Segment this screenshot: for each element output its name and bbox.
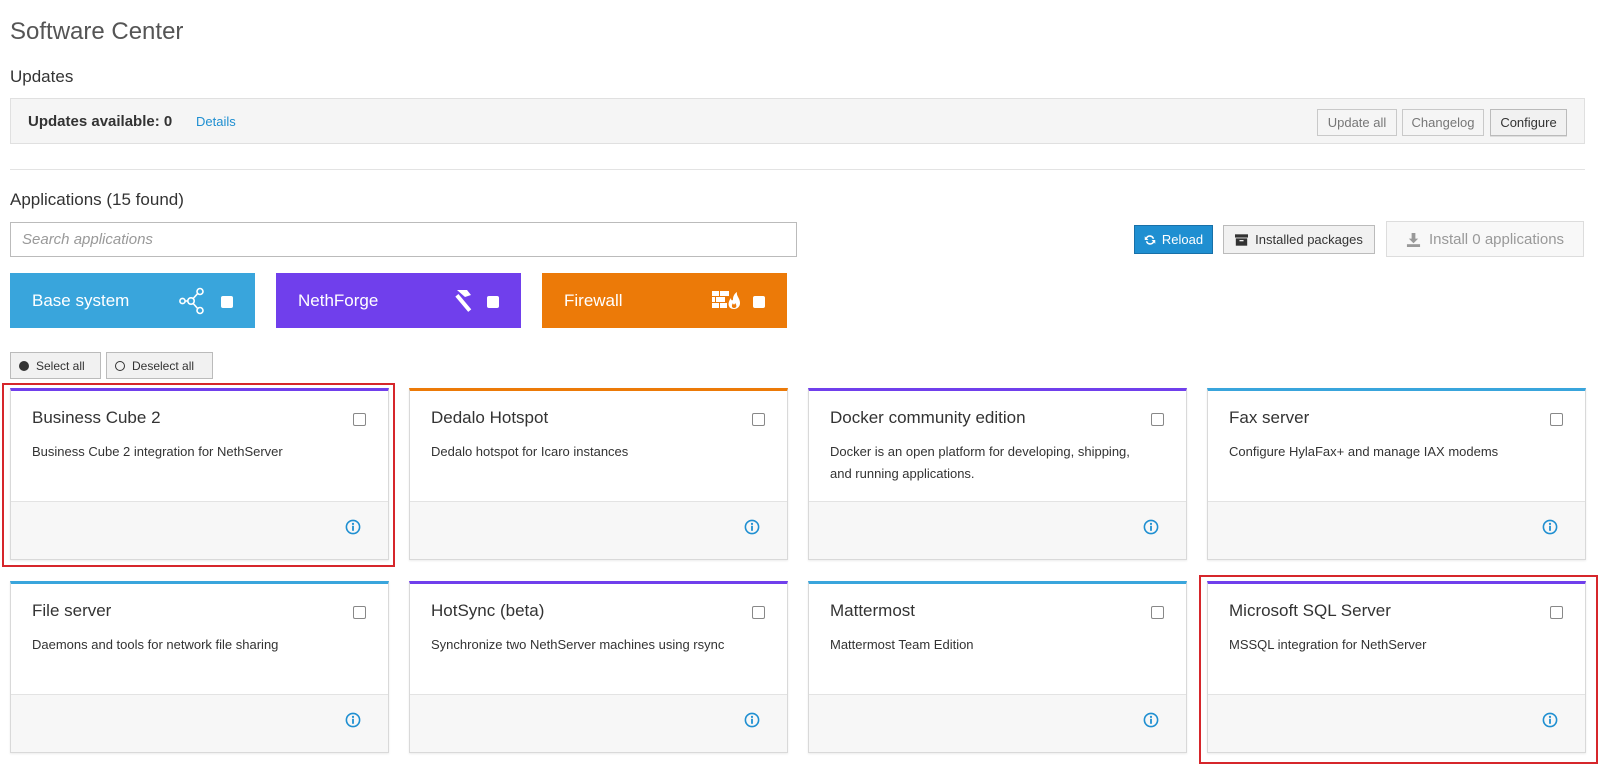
info-icon[interactable] [744, 519, 760, 535]
reload-label: Reload [1161, 232, 1204, 247]
app-card-footer [1208, 694, 1585, 752]
category-nethforge[interactable]: NethForge [276, 273, 521, 328]
info-icon[interactable] [1143, 519, 1159, 535]
app-description: Configure HylaFax+ and manage IAX modems [1229, 444, 1499, 459]
app-card-footer [1208, 501, 1585, 559]
hammer-icon [455, 290, 472, 312]
app-name: Mattermost [830, 601, 916, 620]
app-card[interactable]: Fax server Configure HylaFax+ and manage … [1207, 388, 1586, 560]
app-card[interactable]: HotSync (beta) Synchronize two NethServer… [409, 581, 788, 753]
info-icon[interactable] [345, 519, 361, 535]
install-applications-label: Install 0 applications [1428, 230, 1565, 248]
app-description: Business Cube 2 integration for NethServ… [32, 444, 283, 459]
refresh-icon [1144, 234, 1156, 245]
app-name: File server [32, 601, 112, 620]
app-card-footer [410, 501, 787, 559]
app-card[interactable]: Dedalo Hotspot Dedalo hotspot for Icaro i… [409, 388, 788, 560]
app-checkbox[interactable] [353, 413, 366, 426]
category-checkbox[interactable] [221, 296, 233, 308]
update-all-button[interactable]: Update all [1317, 109, 1397, 136]
installed-packages-label: Installed packages [1255, 232, 1363, 247]
app-card[interactable]: Mattermost Mattermost Team Edition [808, 581, 1187, 753]
app-card[interactable]: Business Cube 2 Business Cube 2 integrati… [10, 388, 389, 560]
info-icon[interactable] [1143, 712, 1159, 728]
section-divider [10, 169, 1585, 170]
app-checkbox[interactable] [1151, 413, 1164, 426]
deselect-all-button[interactable]: Deselect all [106, 352, 213, 379]
category-firewall[interactable]: Firewall [542, 273, 787, 328]
search-input[interactable] [10, 222, 797, 257]
app-name: Docker community edition [830, 408, 1026, 427]
select-all-label: Select all [36, 358, 85, 373]
app-checkbox[interactable] [353, 606, 366, 619]
configure-button[interactable]: Configure [1490, 109, 1567, 136]
app-checkbox[interactable] [752, 413, 765, 426]
app-checkbox[interactable] [1151, 606, 1164, 619]
app-description: Dedalo hotspot for Icaro instances [431, 444, 629, 459]
info-icon[interactable] [1542, 712, 1558, 728]
updates-section-title: Updates [10, 67, 74, 86]
app-card[interactable]: File server Daemons and tools for network… [10, 581, 389, 753]
reload-button[interactable]: Reload [1134, 225, 1213, 254]
select-all-button[interactable]: Select all [10, 352, 101, 379]
app-card[interactable]: Microsoft SQL Server MSSQL integration fo… [1207, 581, 1586, 753]
deselect-all-label: Deselect all [132, 358, 195, 373]
category-checkbox[interactable] [487, 296, 499, 308]
updates-available-label: Updates available: 0 [28, 113, 173, 130]
network-icon [179, 287, 204, 315]
app-name: Dedalo Hotspot [431, 408, 549, 427]
installed-packages-button[interactable]: Installed packages [1223, 225, 1375, 254]
app-card-footer [11, 501, 388, 559]
app-card-footer [809, 694, 1186, 752]
updates-bar: Updates available: 0 Details Update all … [10, 98, 1585, 144]
app-name: Microsoft SQL Server [1229, 601, 1391, 620]
archive-icon [1235, 233, 1249, 246]
app-description: MSSQL integration for NethServer [1229, 637, 1427, 652]
app-checkbox[interactable] [1550, 606, 1563, 619]
details-link[interactable]: Details [196, 114, 236, 129]
download-icon [1406, 232, 1421, 247]
category-base-system[interactable]: Base system [10, 273, 255, 328]
app-name: Fax server [1229, 408, 1310, 427]
app-checkbox[interactable] [752, 606, 765, 619]
firewall-icon [712, 291, 740, 309]
page-title: Software Center [10, 18, 184, 45]
app-checkbox[interactable] [1550, 413, 1563, 426]
app-name: HotSync (beta) [431, 601, 545, 620]
app-card-footer [809, 501, 1186, 559]
applications-title: Applications (15 found) [10, 190, 184, 209]
app-card-footer [11, 694, 388, 752]
app-description: Docker is an open platform for developin… [830, 444, 1130, 481]
app-description: Mattermost Team Edition [830, 637, 974, 652]
category-label: NethForge [298, 291, 379, 310]
app-name: Business Cube 2 [32, 408, 161, 427]
category-label: Base system [32, 291, 130, 310]
info-icon[interactable] [1542, 519, 1558, 535]
app-description: Daemons and tools for network file shari… [32, 637, 279, 652]
app-card-footer [410, 694, 787, 752]
category-checkbox[interactable] [753, 296, 765, 308]
filled-circle-icon [19, 360, 29, 371]
changelog-button[interactable]: Changelog [1402, 109, 1484, 136]
info-icon[interactable] [744, 712, 760, 728]
install-applications-button[interactable]: Install 0 applications [1386, 221, 1584, 257]
app-description: Synchronize two NethServer machines usin… [431, 637, 725, 652]
category-label: Firewall [564, 291, 623, 310]
empty-circle-icon [115, 360, 125, 371]
app-card[interactable]: Docker community edition Docker is an ope… [808, 388, 1187, 560]
info-icon[interactable] [345, 712, 361, 728]
